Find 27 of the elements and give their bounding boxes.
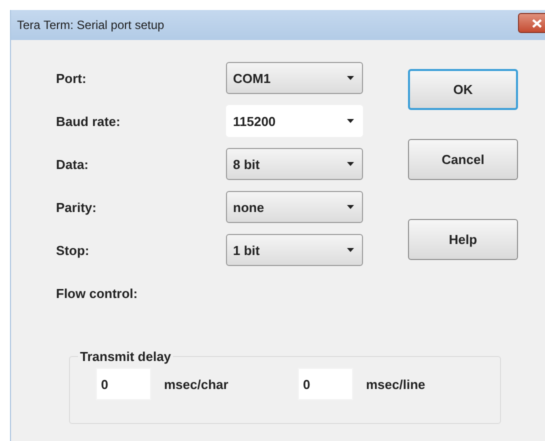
cancel-button[interactable]: Cancel — [408, 139, 518, 180]
combo-box[interactable]: 115200 — [226, 105, 363, 137]
unit-label: msec/char — [164, 376, 230, 392]
input-field[interactable]: 0 — [298, 368, 353, 400]
ok-button[interactable]: OK — [408, 69, 518, 110]
unit-label: msec/line — [366, 376, 426, 392]
dropdown-arrow-icon — [347, 119, 354, 123]
dropdown[interactable]: 1 bit — [226, 234, 363, 266]
dropdown-arrow-icon — [347, 76, 354, 80]
field-label: Flow control: — [56, 286, 139, 300]
field-label: Stop: — [56, 242, 90, 258]
dropdown-arrow-icon — [347, 248, 354, 252]
dropdown[interactable]: COM1 — [226, 62, 363, 94]
field-label: Port: — [56, 70, 88, 86]
dropdown-arrow-icon — [347, 205, 354, 209]
close-icon — [532, 18, 542, 28]
dropdown-arrow-icon — [347, 162, 354, 166]
field-label: Baud rate: — [56, 114, 122, 128]
close-button[interactable] — [518, 13, 545, 33]
input-field[interactable]: 0 — [96, 368, 151, 400]
dropdown[interactable]: none — [226, 191, 363, 223]
window-title: Tera Term: Serial port setup — [17, 18, 164, 32]
group-label: Transmit delay — [79, 349, 172, 364]
help-button[interactable]: Help — [408, 219, 518, 260]
field-label: Parity: — [56, 200, 98, 214]
field-label: Data: — [56, 156, 90, 172]
dropdown[interactable]: 8 bit — [226, 148, 363, 180]
